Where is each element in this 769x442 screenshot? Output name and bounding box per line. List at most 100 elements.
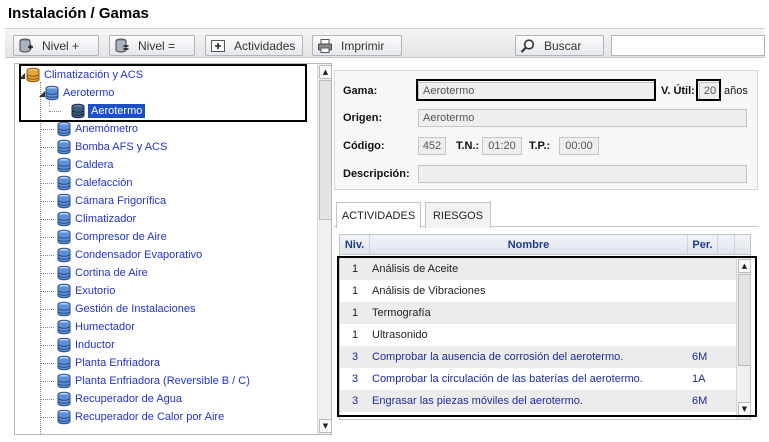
tree-guide-line bbox=[40, 237, 54, 238]
tree-guide-line bbox=[40, 345, 54, 346]
tree-guide-line bbox=[40, 255, 54, 256]
tree-node-label: Exutorio bbox=[75, 285, 116, 297]
tree-guide-line bbox=[40, 219, 54, 220]
col-header-nombre[interactable]: Nombre bbox=[370, 235, 688, 255]
tree-node[interactable]: Recuperador de Agua bbox=[56, 390, 182, 408]
tree-node[interactable]: Compresor de Aire bbox=[56, 228, 167, 246]
tn-field[interactable]: 01:20 bbox=[482, 137, 522, 155]
database-icon bbox=[57, 409, 71, 425]
col-header-per[interactable]: Per. bbox=[688, 235, 718, 255]
database-icon bbox=[57, 247, 71, 263]
tree-node[interactable]: Condensador Evaporativo bbox=[56, 246, 202, 264]
tree-node[interactable]: Gestión de Instalaciones bbox=[56, 300, 195, 318]
tree-node-label: Climatizador bbox=[75, 213, 137, 225]
tree-guide-line bbox=[40, 273, 54, 274]
tree-node[interactable]: Anemómetro bbox=[56, 120, 138, 138]
codigo-field[interactable]: 452 bbox=[418, 137, 446, 155]
add-activity-icon bbox=[211, 39, 225, 52]
tree-node[interactable]: Planta Enfriadora bbox=[56, 354, 160, 372]
tree-node[interactable]: Bomba AFS y ACS bbox=[56, 138, 167, 156]
tree-node-label: Humectador bbox=[75, 321, 135, 333]
imprimir-label: Imprimir bbox=[341, 38, 385, 53]
tree-node[interactable]: Planta Enfriadora (Reversible B / C) bbox=[56, 372, 250, 390]
tree-node[interactable]: Climatizador bbox=[56, 210, 136, 228]
scroll-thumb[interactable] bbox=[319, 80, 331, 220]
tp-field[interactable]: 00:00 bbox=[559, 137, 599, 155]
highlight-box bbox=[696, 79, 721, 101]
actividades-label: Actividades bbox=[234, 38, 296, 53]
gama-label: Gama: bbox=[343, 85, 378, 97]
grid-header: Niv. Nombre Per. bbox=[340, 235, 750, 255]
printer-icon bbox=[318, 38, 332, 53]
tree-guide-line bbox=[40, 291, 54, 292]
tree-scrollbar[interactable]: ▲ ▼ bbox=[317, 64, 331, 434]
tree-guide-line bbox=[40, 129, 54, 130]
tree-node-label: Inductor bbox=[75, 339, 115, 351]
tree-node[interactable]: Cámara Frigorífica bbox=[56, 192, 166, 210]
database-icon bbox=[57, 301, 71, 317]
database-icon bbox=[57, 319, 71, 335]
magnifier-icon bbox=[520, 38, 535, 53]
tab-actividades[interactable]: ACTIVIDADES bbox=[336, 202, 421, 228]
nivel-equal-button[interactable]: Nivel = bbox=[109, 35, 195, 56]
tree-guide-line bbox=[40, 201, 54, 202]
database-icon bbox=[57, 121, 71, 137]
nivel-plus-button[interactable]: Nivel + bbox=[13, 35, 99, 56]
descripcion-label: Descripción: bbox=[343, 168, 410, 180]
nivel-plus-label: Nivel + bbox=[42, 38, 80, 53]
tree-node[interactable]: Exutorio bbox=[56, 282, 115, 300]
highlight-box bbox=[19, 64, 307, 122]
tree-node-label: Caldera bbox=[75, 159, 114, 171]
col-header-niv[interactable]: Niv. bbox=[340, 235, 370, 255]
database-icon bbox=[57, 265, 71, 281]
origen-field[interactable]: Aerotermo bbox=[418, 109, 747, 127]
imprimir-button[interactable]: Imprimir bbox=[312, 35, 402, 56]
scroll-down-arrow-icon[interactable]: ▼ bbox=[319, 419, 331, 433]
vutil-label: V. Útil: bbox=[661, 85, 695, 97]
tree-guide-line bbox=[40, 309, 54, 310]
tree-guide-line bbox=[40, 147, 54, 148]
database-icon bbox=[57, 355, 71, 371]
database-icon bbox=[57, 157, 71, 173]
tp-label: T.P.: bbox=[529, 140, 551, 152]
tree-node[interactable]: Caldera bbox=[56, 156, 114, 174]
tree-node-label: Planta Enfriadora (Reversible B / C) bbox=[75, 375, 250, 387]
tree-node-label: Recuperador de Calor por Aire bbox=[75, 411, 225, 423]
tree-node[interactable]: Cortina de Aire bbox=[56, 264, 148, 282]
database-icon bbox=[57, 337, 71, 353]
detail-tabs: ACTIVIDADES RIESGOS bbox=[334, 200, 758, 228]
tree-guide-line bbox=[40, 327, 54, 328]
toolbar: Nivel + Nivel = Actividades Imprimir Bus… bbox=[5, 28, 765, 58]
tree-node[interactable]: Calefacción bbox=[56, 174, 132, 192]
database-equal-icon bbox=[115, 38, 129, 53]
nivel-equal-label: Nivel = bbox=[138, 38, 176, 53]
tree-node-label: Cámara Frigorífica bbox=[75, 195, 167, 207]
tree-node-label: Bomba AFS y ACS bbox=[75, 141, 168, 153]
tree-node-label: Gestión de Instalaciones bbox=[75, 303, 196, 315]
actividades-button[interactable]: Actividades bbox=[205, 35, 303, 56]
tree-node-label: Recuperador de Agua bbox=[75, 393, 183, 405]
tree-node[interactable]: Humectador bbox=[56, 318, 135, 336]
codigo-label: Código: bbox=[343, 140, 385, 152]
buscar-button[interactable]: Buscar bbox=[515, 35, 604, 56]
search-input[interactable] bbox=[611, 35, 765, 56]
database-add-icon bbox=[19, 38, 33, 53]
tab-riesgos[interactable]: RIESGOS bbox=[425, 202, 491, 228]
scroll-up-arrow-icon[interactable]: ▲ bbox=[319, 65, 331, 79]
tree-node-label: Calefacción bbox=[75, 177, 133, 189]
database-icon bbox=[57, 175, 71, 191]
tree-guide-line bbox=[40, 183, 54, 184]
tree-node-label: Cortina de Aire bbox=[75, 267, 148, 279]
tree-node[interactable]: Inductor bbox=[56, 336, 115, 354]
tree-guide-line bbox=[40, 165, 54, 166]
database-icon bbox=[57, 229, 71, 245]
tree-guide-line bbox=[40, 381, 54, 382]
tree-guide-line bbox=[40, 82, 41, 434]
tree-guide-line bbox=[40, 399, 54, 400]
highlight-box bbox=[416, 79, 656, 101]
tree-node-label: Compresor de Aire bbox=[75, 231, 167, 243]
tree-node[interactable]: Recuperador de Calor por Aire bbox=[56, 408, 224, 426]
tree-guide-line bbox=[40, 363, 54, 364]
descripcion-field[interactable] bbox=[418, 165, 747, 183]
tree-node-label: Planta Enfriadora bbox=[75, 357, 160, 369]
